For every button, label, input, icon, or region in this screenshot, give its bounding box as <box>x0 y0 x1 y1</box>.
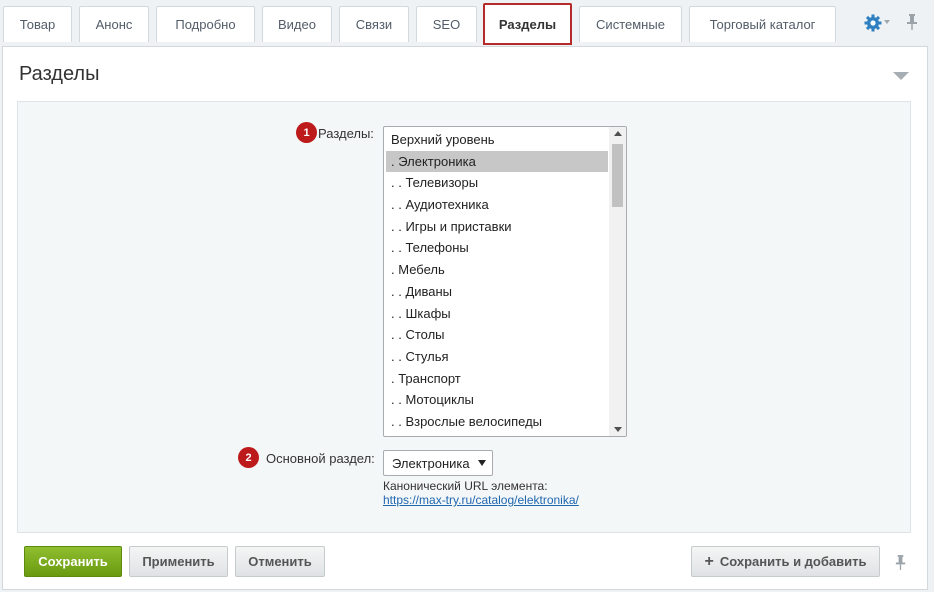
scroll-down-icon[interactable] <box>614 427 622 432</box>
list-item[interactable]: . Транспорт <box>386 368 608 390</box>
tab-announce[interactable]: Анонс <box>79 6 149 42</box>
list-item[interactable]: . . Диваны <box>386 281 608 303</box>
list-item[interactable]: . . Телевизоры <box>386 172 608 194</box>
list-item-selected[interactable]: . Электроника <box>386 150 608 173</box>
tab-seo[interactable]: SEO <box>416 6 477 42</box>
list-item[interactable]: . . Взрослые велосипеды <box>386 411 608 433</box>
main-section-select[interactable]: Электроника <box>383 450 493 476</box>
list-item[interactable]: . . Шкафы <box>386 303 608 325</box>
list-item[interactable]: . Мебель <box>386 259 608 281</box>
list-item[interactable]: . . Столы <box>386 324 608 346</box>
list-item[interactable]: . . Мотоциклы <box>386 389 608 411</box>
chevron-down-icon[interactable] <box>884 20 890 24</box>
save-button[interactable]: Сохранить <box>24 546 122 577</box>
list-item[interactable]: Верхний уровень <box>386 129 608 151</box>
apply-button[interactable]: Применить <box>129 546 228 577</box>
collapse-arrow-icon[interactable] <box>893 72 909 80</box>
step-badge-1: 1 <box>296 122 317 143</box>
sections-panel: Разделы 1 Разделы: Верхний уровень . Эле… <box>2 46 928 590</box>
cancel-button[interactable]: Отменить <box>235 546 325 577</box>
step-badge-2: 2 <box>238 447 259 468</box>
sections-listbox[interactable]: Верхний уровень . Электроника . . Телеви… <box>383 126 627 437</box>
canonical-url-link[interactable]: https://max-try.ru/catalog/elektronika/ <box>383 493 579 507</box>
tab-trade-catalog[interactable]: Торговый каталог <box>689 6 836 42</box>
list-item[interactable]: . . Телефоны <box>386 237 608 259</box>
chevron-down-icon <box>478 460 486 466</box>
form-area: 1 Разделы: Верхний уровень . Электроника… <box>17 101 911 533</box>
tab-video[interactable]: Видео <box>262 6 332 42</box>
main-section-select-value: Электроника <box>392 456 470 471</box>
save-and-add-label: Сохранить и добавить <box>719 554 867 569</box>
main-section-label: Основной раздел: <box>266 451 375 466</box>
tab-product[interactable]: Товар <box>3 6 72 42</box>
tab-bar: Товар Анонс Подробно Видео Связи SEO Раз… <box>0 0 934 46</box>
tab-sections[interactable]: Разделы <box>483 3 572 45</box>
gear-icon[interactable] <box>862 13 884 33</box>
panel-title: Разделы <box>19 63 100 85</box>
sections-label: Разделы: <box>318 126 374 141</box>
pin-icon[interactable] <box>894 554 907 571</box>
tab-system[interactable]: Системные <box>579 6 682 42</box>
plus-icon: + <box>704 552 714 570</box>
list-item[interactable]: . . Аудиотехника <box>386 194 608 216</box>
scrollbar-thumb[interactable] <box>612 144 623 207</box>
save-and-add-button[interactable]: + Сохранить и добавить <box>691 546 880 577</box>
list-item[interactable]: . . Игры и приставки <box>386 216 608 238</box>
listbox-items: Верхний уровень . Электроника . . Телеви… <box>386 129 608 433</box>
pin-icon[interactable] <box>905 13 919 31</box>
canonical-url-label: Канонический URL элемента: <box>383 479 548 493</box>
listbox-scrollbar[interactable] <box>609 127 626 436</box>
scroll-up-icon[interactable] <box>614 131 622 136</box>
tab-links[interactable]: Связи <box>339 6 409 42</box>
tab-details[interactable]: Подробно <box>156 6 255 42</box>
list-item[interactable]: . . Стулья <box>386 346 608 368</box>
